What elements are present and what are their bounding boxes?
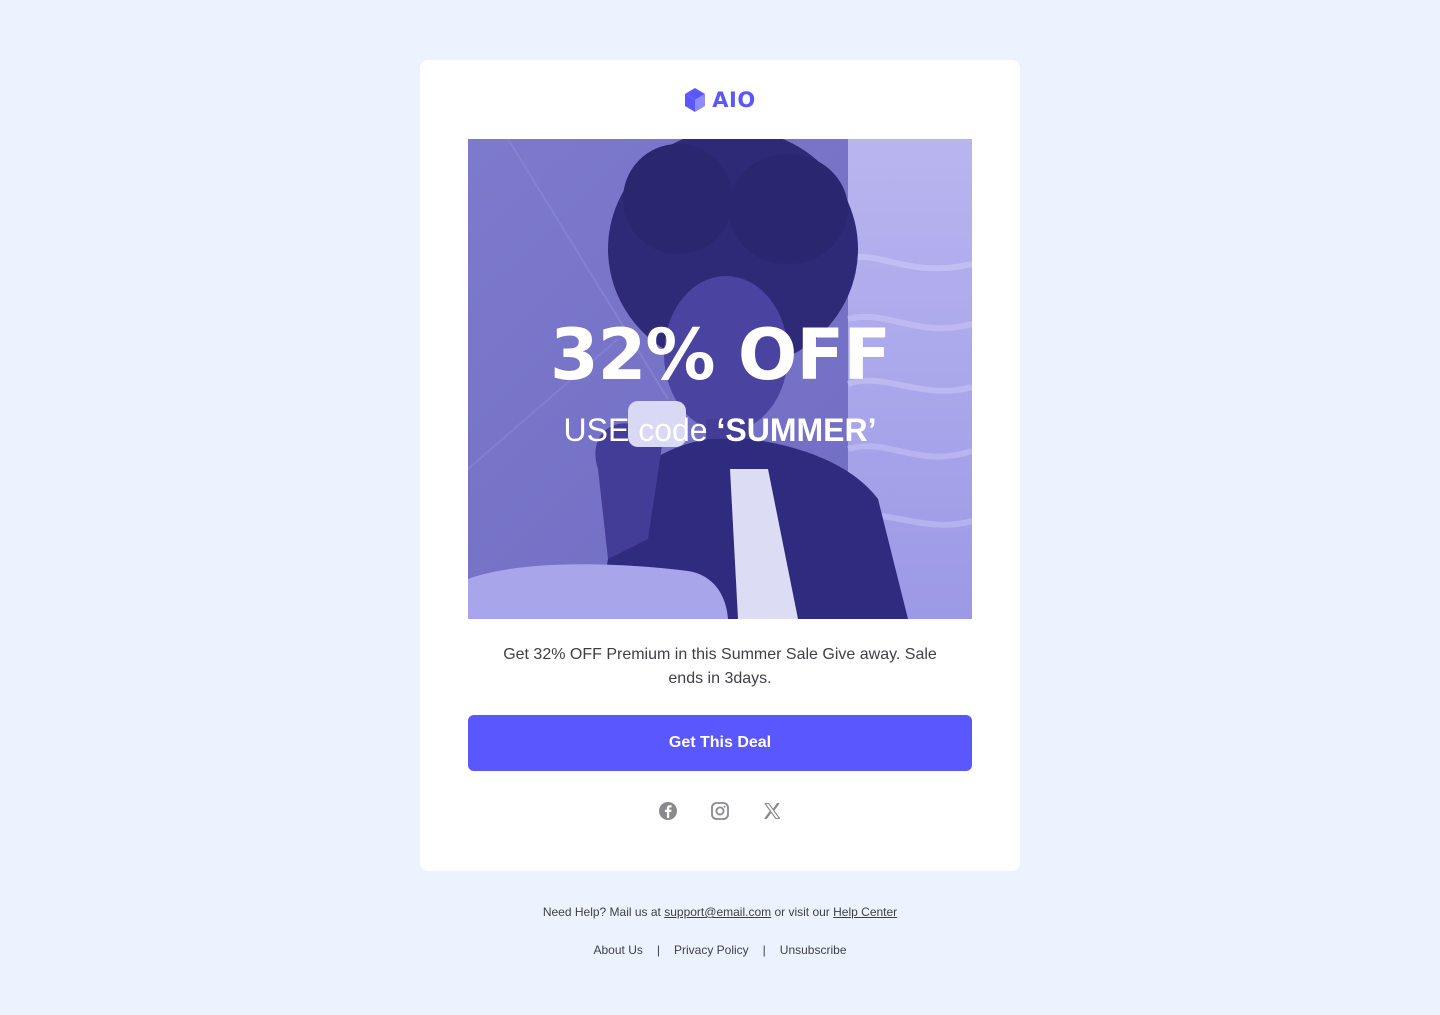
footer-links: About Us | Privacy Policy | Unsubscribe — [0, 941, 1440, 959]
promo-code: ‘SUMMER’ — [716, 412, 877, 448]
email-card: AIO 32% OFF USE code ‘SUMMER’ Get 32% OF… — [420, 60, 1020, 871]
help-middle: or visit our — [771, 905, 834, 919]
hero-subline: USE code ‘SUMMER’ — [468, 409, 972, 451]
footer-separator: | — [656, 943, 660, 957]
social-links — [420, 801, 1020, 823]
help-prefix: Need Help? Mail us at — [542, 905, 665, 919]
facebook-icon[interactable] — [658, 801, 678, 821]
x-twitter-icon[interactable] — [762, 801, 782, 821]
deal-description: Get 32% OFF Premium in this Summer Sale … — [503, 646, 937, 687]
footer-help: Need Help? Mail us at support@email.com … — [0, 903, 1440, 921]
brand-header[interactable]: AIO — [420, 86, 1020, 114]
footer-separator: | — [762, 943, 766, 957]
support-email-link[interactable]: support@email.com — [664, 905, 771, 919]
about-us-link[interactable]: About Us — [594, 943, 643, 957]
brand-name: AIO — [712, 88, 756, 112]
hero-banner: 32% OFF USE code ‘SUMMER’ — [468, 139, 972, 619]
get-deal-button[interactable]: Get This Deal — [468, 715, 972, 771]
cube-logo-icon — [684, 87, 706, 113]
help-center-link[interactable]: Help Center — [833, 905, 897, 919]
hero-headline: 32% OFF — [549, 314, 891, 396]
hero-subline-prefix: USE code — [563, 412, 717, 448]
privacy-policy-link[interactable]: Privacy Policy — [674, 943, 749, 957]
unsubscribe-link[interactable]: Unsubscribe — [780, 943, 847, 957]
instagram-icon[interactable] — [710, 801, 730, 821]
